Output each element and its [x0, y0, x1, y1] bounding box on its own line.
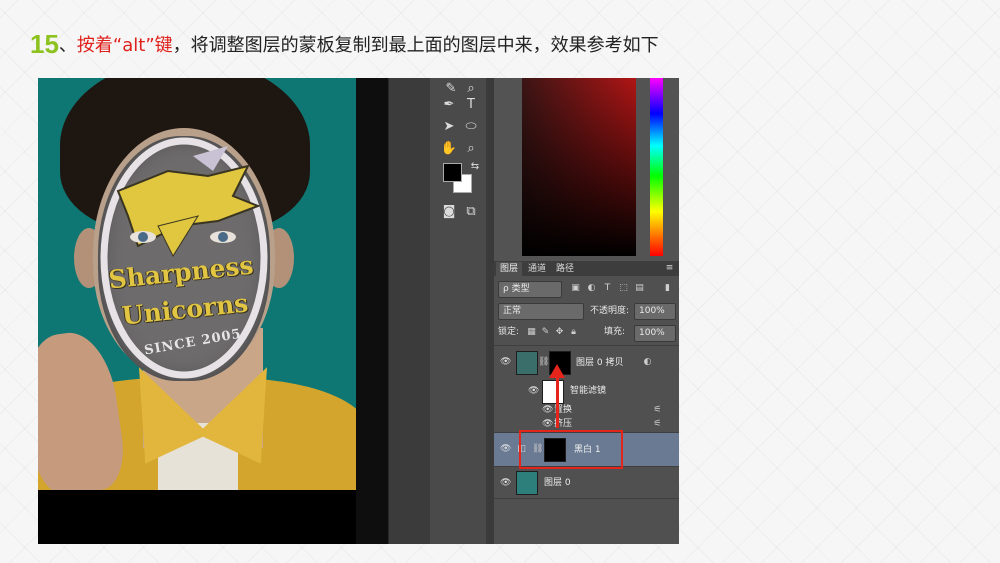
swap-colors-icon[interactable]: ⇆ [466, 158, 484, 176]
filter-options-icon[interactable]: ⚟ [652, 419, 663, 430]
layer-row[interactable]: 👁︎ ⛓ 图层 0 拷贝 ◐ [494, 345, 679, 380]
layer-row[interactable]: 👁︎ 图层 0 [494, 466, 679, 499]
foreground-color-swatch[interactable] [443, 163, 462, 182]
opacity-label: 不透明度: [590, 306, 630, 316]
step-instruction: ，将调整图层的蒙板复制到最上面的图层中来，效果参考如下 [172, 35, 659, 56]
type-tool-icon[interactable]: T [462, 96, 480, 114]
eye-icon[interactable]: 👁︎ [542, 405, 553, 415]
lock-label: 锁定: [498, 327, 520, 337]
filter-smart-object-icon[interactable]: ▤ [634, 283, 645, 294]
layer-name: 图层 0 [544, 478, 571, 488]
quick-mask-icon[interactable]: ◙ [440, 203, 458, 221]
opacity-input[interactable]: 100% [634, 303, 676, 320]
eye-icon[interactable]: 👁︎ [500, 444, 511, 454]
step-heading: 15、按着“alt”键，将调整图层的蒙板复制到最上面的图层中来，效果参考如下 [30, 31, 659, 57]
layer-kind-filter[interactable]: ρ 类型 [498, 281, 562, 298]
smart-object-icon: ◐ [643, 357, 652, 367]
zoom-tool-icon[interactable]: ⌕ [462, 140, 480, 158]
annotation-arrow-head [549, 364, 565, 378]
lock-brush-icon[interactable]: ✎ [540, 327, 551, 338]
layer-row[interactable]: 👁︎ 置换 ⚟ [494, 403, 679, 417]
eye-icon[interactable]: 👁︎ [542, 419, 553, 429]
eye-icon[interactable]: 👁︎ [500, 357, 511, 367]
filter-options-icon[interactable]: ⚟ [652, 405, 663, 416]
lock-transparent-icon[interactable]: ▦ [526, 327, 537, 338]
annotation-highlight-box [519, 430, 623, 469]
hue-slider[interactable] [650, 78, 663, 256]
layers-panel: 图层 通道 路径 ≡ ρ 类型 ▣ ◐ T ⬚ ▤ ▮ 正常 不透明度: 100… [494, 261, 679, 544]
canvas-pasteboard [356, 78, 388, 544]
layers-panel-tabs: 图层 通道 路径 ≡ [494, 261, 679, 276]
filter-pixel-icon[interactable]: ▣ [570, 283, 581, 294]
layer-thumbnail [516, 351, 538, 375]
step-number: 15 [30, 29, 59, 59]
pen-tool-icon[interactable]: ✒ [440, 96, 458, 114]
lock-position-icon[interactable]: ✥ [554, 327, 565, 338]
lock-all-icon[interactable]: 🔒︎ [568, 327, 579, 338]
panel-menu-icon[interactable]: ≡ [664, 263, 675, 274]
filter-type-icon[interactable]: T [602, 283, 613, 294]
color-picker-field[interactable] [522, 78, 636, 256]
annotation-arrow [556, 374, 559, 428]
screen-mode-icon[interactable]: ⧉ [462, 203, 480, 221]
fill-input[interactable]: 100% [634, 325, 676, 342]
layer-row[interactable]: 👁︎ 挤压 ⚟ [494, 417, 679, 431]
tab-paths[interactable]: 路径 [552, 262, 578, 276]
panel-dock-bar [388, 78, 432, 544]
tab-channels[interactable]: 通道 [524, 262, 550, 276]
layer-name: 图层 0 拷贝 [576, 358, 624, 368]
toolbox: ✎ ⌕ ✒ T ➤ ⬭ ✋ ⌕ ◙ ⧉ [430, 78, 487, 544]
link-icon[interactable]: ⛓ [538, 357, 549, 368]
filter-adjustment-icon[interactable]: ◐ [586, 283, 597, 294]
photoshop-ui: ✎ ⌕ ✒ T ➤ ⬭ ✋ ⌕ ◙ ⧉ ⇆ 图层 通道 路径 ≡ ρ 类型 ▣ … [38, 78, 679, 544]
blend-mode-select[interactable]: 正常 [498, 303, 584, 320]
step-highlight: 按着“alt”键 [76, 35, 173, 56]
fill-label: 填充: [604, 327, 626, 337]
divider [494, 498, 679, 499]
filter-shape-icon[interactable]: ⬚ [618, 283, 629, 294]
hand-tool-icon[interactable]: ✋ [440, 140, 458, 158]
smart-filter-thumbnail [542, 380, 564, 404]
layer-thumbnail [516, 471, 538, 495]
layer-name: 智能滤镜 [570, 386, 607, 396]
panel-separator [486, 78, 494, 544]
tab-layers[interactable]: 图层 [496, 262, 523, 276]
step-separator: 、 [58, 35, 77, 56]
eye-icon[interactable]: 👁︎ [500, 478, 511, 488]
layer-row[interactable]: 👁︎ 智能滤镜 [494, 379, 679, 404]
ellipse-tool-icon[interactable]: ⬭ [462, 118, 480, 136]
path-select-icon[interactable]: ➤ [440, 118, 458, 136]
eye-icon[interactable]: 👁︎ [528, 386, 539, 396]
filter-toggle-icon[interactable]: ▮ [662, 283, 673, 294]
